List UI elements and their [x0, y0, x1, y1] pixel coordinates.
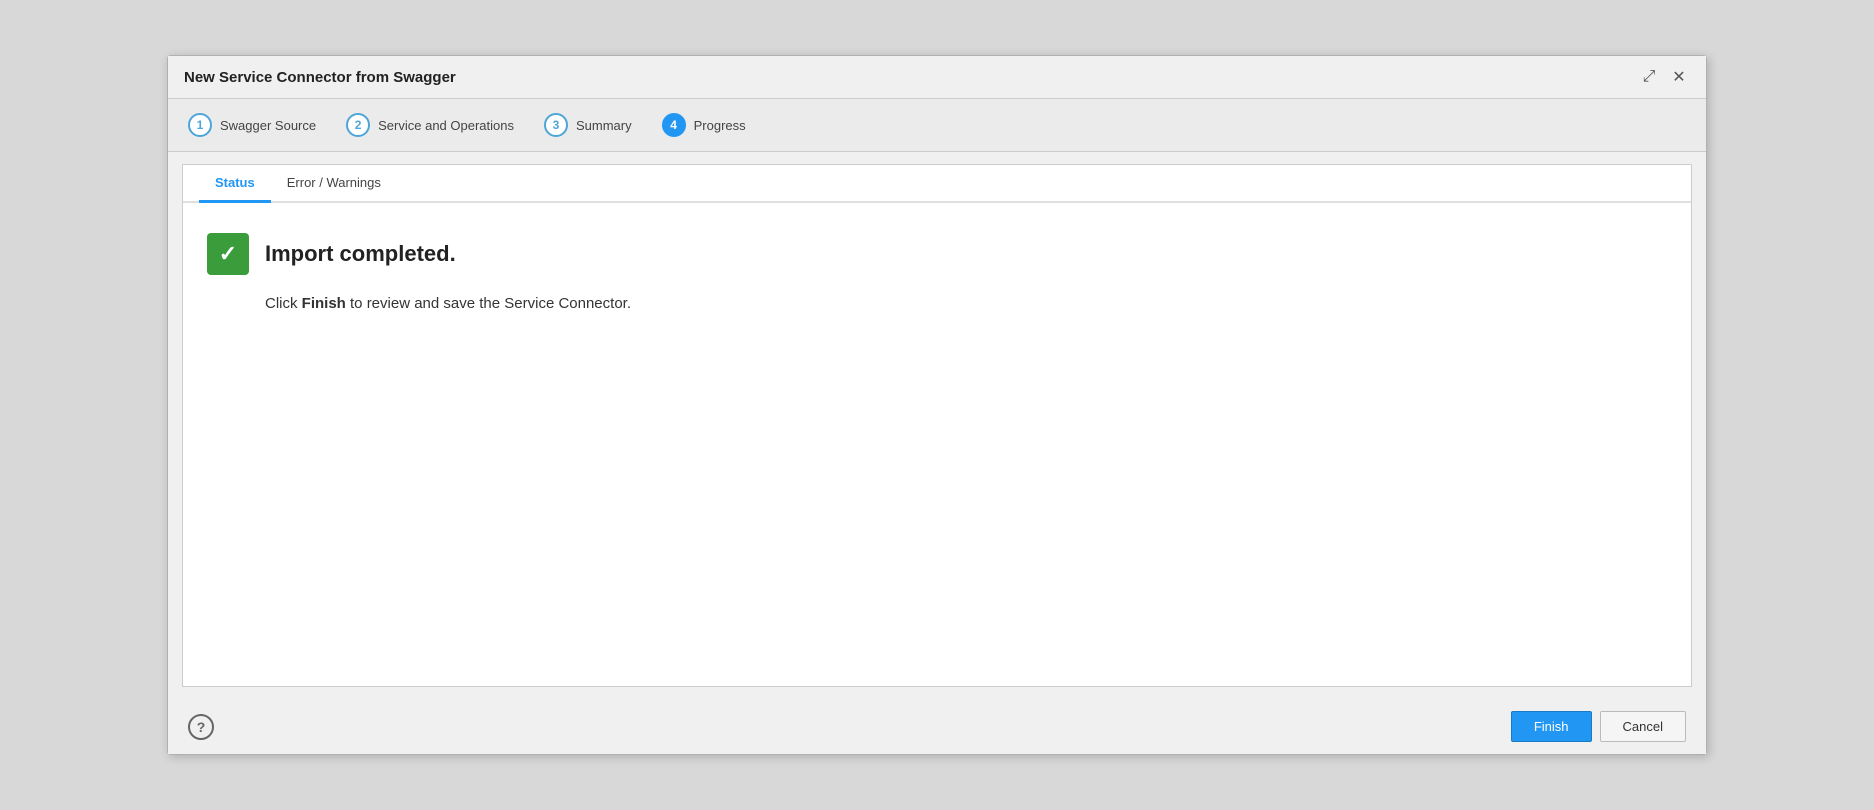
footer-buttons: Finish Cancel	[1511, 711, 1686, 742]
step-2-label: Service and Operations	[378, 118, 514, 133]
step-4[interactable]: 4 Progress	[662, 113, 746, 137]
step-2-circle: 2	[346, 113, 370, 137]
dialog-footer: ? Finish Cancel	[168, 699, 1706, 754]
maximize-icon: ⤢	[1643, 68, 1656, 86]
step-1-label: Swagger Source	[220, 118, 316, 133]
step-1[interactable]: 1 Swagger Source	[188, 113, 316, 137]
message-prefix: Click	[265, 295, 302, 312]
new-service-connector-dialog: New Service Connector from Swagger ⤢ ✕ 1…	[167, 55, 1707, 755]
step-2[interactable]: 2 Service and Operations	[346, 113, 514, 137]
maximize-button[interactable]: ⤢	[1638, 66, 1660, 88]
tab-errors-warnings[interactable]: Error / Warnings	[271, 165, 397, 203]
success-check-icon: ✓	[207, 233, 249, 275]
dialog-titlebar: New Service Connector from Swagger ⤢ ✕	[168, 56, 1706, 99]
status-message: Click Finish to review and save the Serv…	[265, 295, 1667, 312]
status-header: ✓ Import completed.	[207, 233, 1667, 275]
dialog-body: Status Error / Warnings ✓ Import complet…	[182, 164, 1692, 687]
step-1-circle: 1	[188, 113, 212, 137]
step-3[interactable]: 3 Summary	[544, 113, 632, 137]
tabs-bar: Status Error / Warnings	[183, 165, 1691, 203]
step-3-label: Summary	[576, 118, 632, 133]
finish-button[interactable]: Finish	[1511, 711, 1592, 742]
message-suffix: to review and save the Service Connector…	[346, 295, 631, 312]
cancel-button[interactable]: Cancel	[1600, 711, 1686, 742]
step-4-circle: 4	[662, 113, 686, 137]
status-section: ✓ Import completed. Click Finish to revi…	[207, 233, 1667, 312]
wizard-steps: 1 Swagger Source 2 Service and Operation…	[168, 99, 1706, 152]
tab-content-status: ✓ Import completed. Click Finish to revi…	[183, 203, 1691, 686]
help-button[interactable]: ?	[188, 714, 214, 740]
message-bold: Finish	[302, 295, 346, 312]
status-title: Import completed.	[265, 241, 456, 267]
tab-status[interactable]: Status	[199, 165, 271, 203]
step-4-label: Progress	[694, 118, 746, 133]
titlebar-controls: ⤢ ✕	[1638, 66, 1690, 88]
close-button[interactable]: ✕	[1668, 66, 1690, 88]
close-icon: ✕	[1672, 67, 1685, 87]
step-3-circle: 3	[544, 113, 568, 137]
dialog-title: New Service Connector from Swagger	[184, 69, 456, 86]
